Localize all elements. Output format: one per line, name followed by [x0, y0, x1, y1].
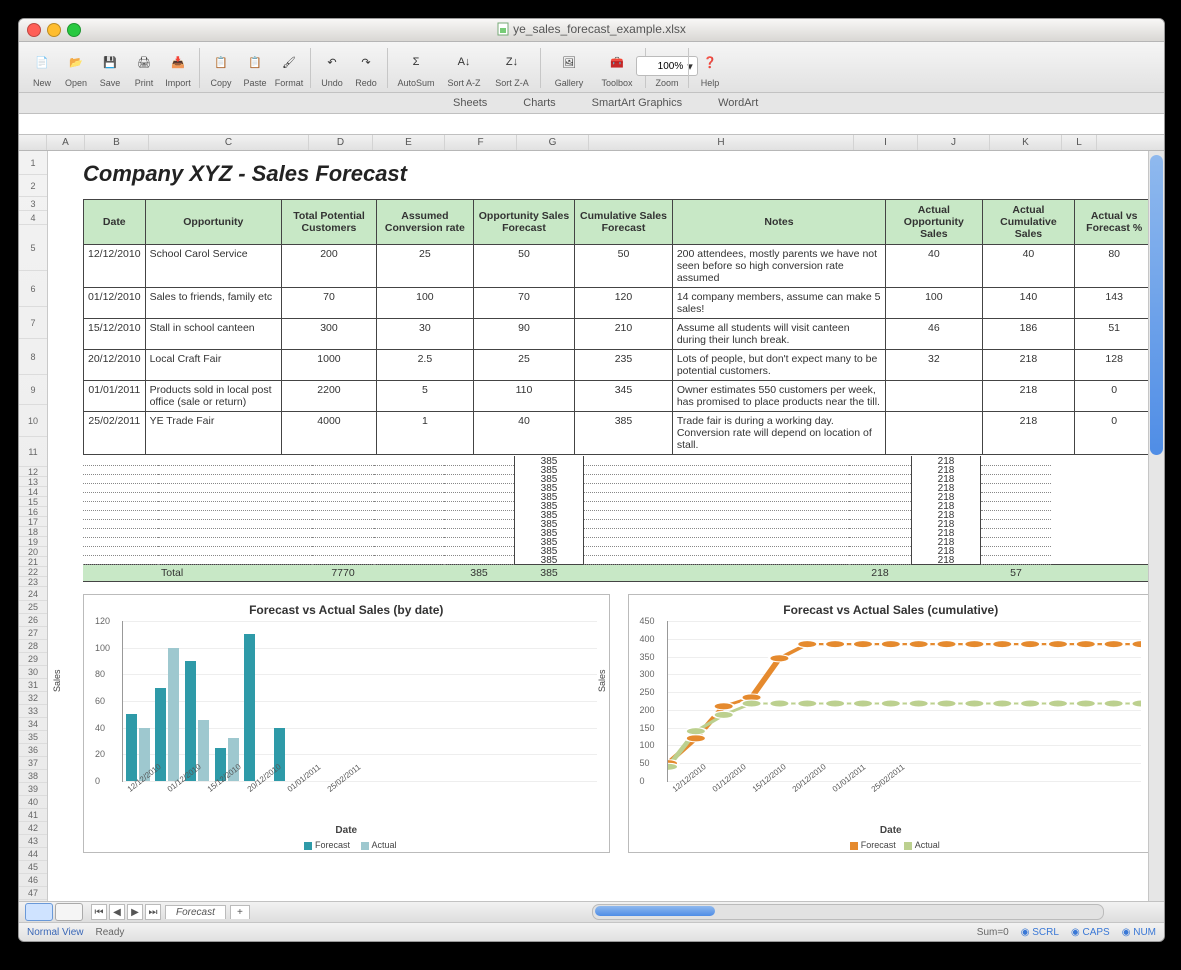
table-row[interactable]: 01/01/2011Products sold in local post of…	[84, 381, 1154, 412]
table-row[interactable]: 385218	[83, 537, 1154, 546]
col-header[interactable]: J	[918, 135, 990, 150]
col-header[interactable]: E	[373, 135, 445, 150]
col-header[interactable]: A	[47, 135, 85, 150]
zoom-button[interactable]: ▾Zoom	[650, 54, 684, 90]
table-row[interactable]: 25/02/2011YE Trade Fair4000140385Trade f…	[84, 412, 1154, 455]
forecast-table[interactable]: DateOpportunityTotal Potential Customers…	[83, 199, 1154, 455]
table-header[interactable]: Cumulative Sales Forecast	[575, 200, 673, 245]
column-headers[interactable]: ABCDEFGHIJKL	[19, 135, 1164, 151]
page-title: Company XYZ - Sales Forecast	[83, 161, 1154, 187]
next-sheet-button[interactable]: ▶	[127, 904, 143, 920]
view-mode-label[interactable]: Normal View	[27, 927, 84, 938]
table-header[interactable]: Date	[84, 200, 146, 245]
format-button[interactable]: 🖌Format	[272, 46, 306, 90]
table-header[interactable]: Notes	[672, 200, 885, 245]
col-header[interactable]: B	[85, 135, 149, 150]
redo-button[interactable]: ↷Redo	[349, 46, 383, 90]
autosum-button[interactable]: ΣAutoSum	[392, 46, 440, 90]
save-button[interactable]: 💾Save	[93, 46, 127, 90]
table-header[interactable]: Opportunity	[145, 200, 281, 245]
vertical-scrollbar[interactable]	[1148, 151, 1164, 901]
col-header[interactable]	[19, 135, 47, 150]
table-header[interactable]: Opportunity Sales Forecast	[473, 200, 574, 245]
table-header[interactable]: Assumed Conversion rate	[376, 200, 473, 245]
status-sum: Sum=0	[977, 927, 1009, 938]
bar-chart[interactable]: Forecast vs Actual Sales (by date) Sales…	[83, 594, 610, 853]
toolbox-button[interactable]: 🧰Toolbox	[593, 46, 641, 90]
view-normal-button[interactable]	[25, 903, 53, 921]
table-row[interactable]: 385218	[83, 510, 1154, 519]
add-sheet-button[interactable]: +	[230, 905, 250, 919]
open-button[interactable]: 📂Open	[59, 46, 93, 90]
table-header[interactable]: Actual Opportunity Sales	[886, 200, 982, 245]
status-ready: Ready	[96, 927, 125, 938]
prev-sheet-button[interactable]: ◀	[109, 904, 125, 920]
table-row[interactable]: 385218	[83, 555, 1154, 564]
undo-button[interactable]: ↶Undo	[315, 46, 349, 90]
table-row[interactable]: 385218	[83, 546, 1154, 555]
table-row[interactable]: 385218	[83, 465, 1154, 474]
panetab-charts[interactable]: Charts	[519, 95, 559, 111]
sort-a-z-button[interactable]: A↓Sort A-Z	[440, 46, 488, 90]
table-row[interactable]: 385218	[83, 474, 1154, 483]
titlebar: ye_sales_forecast_example.xlsx	[19, 19, 1164, 42]
help-button[interactable]: ❓Help	[693, 46, 727, 90]
col-header[interactable]: D	[309, 135, 373, 150]
table-row[interactable]: 385218	[83, 501, 1154, 510]
table-header[interactable]: Actual vs Forecast %	[1075, 200, 1154, 245]
col-header[interactable]: F	[445, 135, 517, 150]
main-toolbar: 📄New📂Open💾Save🖨Print📥Import 📋Copy📋Paste🖌F…	[19, 42, 1164, 93]
first-sheet-button[interactable]: ⏮	[91, 904, 107, 920]
panetab-sheets[interactable]: Sheets	[449, 95, 491, 111]
col-header[interactable]: C	[149, 135, 309, 150]
table-row[interactable]: 15/12/2010Stall in school canteen3003090…	[84, 319, 1154, 350]
pane-tabs: Sheets Charts SmartArt Graphics WordArt	[19, 93, 1164, 114]
col-header[interactable]: L	[1062, 135, 1097, 150]
panetab-wordart[interactable]: WordArt	[714, 95, 762, 111]
table-row[interactable]: 385218	[83, 528, 1154, 537]
print-button[interactable]: 🖨Print	[127, 46, 161, 90]
import-button[interactable]: 📥Import	[161, 46, 195, 90]
table-row[interactable]: 385218	[83, 456, 1154, 465]
status-bar: Normal View Ready Sum=0 ◉ SCRL ◉ CAPS ◉ …	[19, 922, 1164, 941]
gallery-button[interactable]: 🖼Gallery	[545, 46, 593, 90]
paste-button[interactable]: 📋Paste	[238, 46, 272, 90]
sheet-tab-forecast[interactable]: Forecast	[165, 905, 226, 919]
window-title: ye_sales_forecast_example.xlsx	[497, 22, 686, 36]
last-sheet-button[interactable]: ⏭	[145, 904, 161, 920]
col-header[interactable]: H	[589, 135, 854, 150]
panetab-smartart-graphics[interactable]: SmartArt Graphics	[588, 95, 686, 111]
table-header[interactable]: Total Potential Customers	[282, 200, 377, 245]
col-header[interactable]: K	[990, 135, 1062, 150]
table-row[interactable]: 20/12/2010Local Craft Fair10002.525235Lo…	[84, 350, 1154, 381]
zoom-input[interactable]	[641, 60, 685, 73]
row-headers[interactable]: 1234567891011121314151617181920212223242…	[19, 151, 48, 901]
table-row[interactable]: 385218	[83, 483, 1154, 492]
new-button[interactable]: 📄New	[25, 46, 59, 90]
table-row[interactable]: 385218	[83, 519, 1154, 528]
table-header[interactable]: Actual Cumulative Sales	[982, 200, 1075, 245]
table-row[interactable]: 385218	[83, 492, 1154, 501]
copy-button[interactable]: 📋Copy	[204, 46, 238, 90]
sort-z-a-button[interactable]: Z↓Sort Z-A	[488, 46, 536, 90]
col-header[interactable]: I	[854, 135, 918, 150]
totals-row: Total777038538521857	[83, 564, 1154, 582]
horizontal-scrollbar[interactable]	[592, 904, 1105, 920]
col-header[interactable]: G	[517, 135, 589, 150]
view-layout-button[interactable]	[55, 903, 83, 921]
table-row[interactable]: 12/12/2010School Carol Service2002550502…	[84, 245, 1154, 288]
line-chart[interactable]: Forecast vs Actual Sales (cumulative) Sa…	[628, 594, 1155, 853]
formula-bar[interactable]	[19, 114, 1164, 135]
sheet-tab-bar: ⏮ ◀ ▶ ⏭ Forecast +	[19, 901, 1164, 922]
table-row[interactable]: 01/12/2010Sales to friends, family etc70…	[84, 288, 1154, 319]
